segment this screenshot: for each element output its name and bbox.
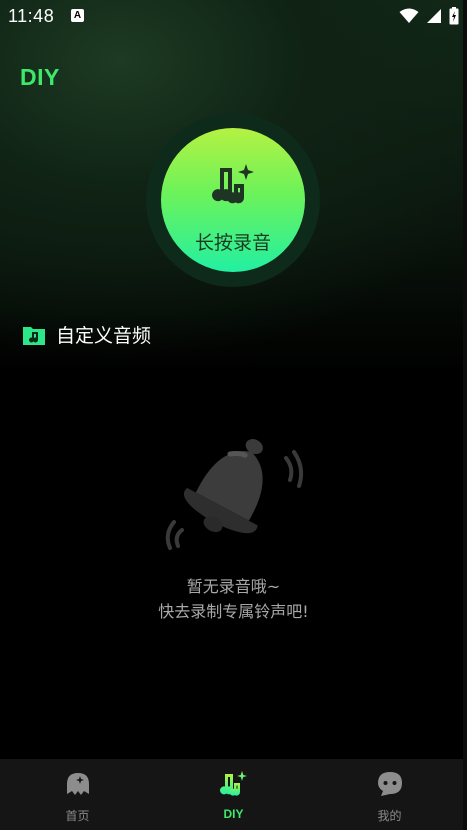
record-button-halo: 长按录音 [146,113,320,287]
tab-home[interactable]: 首页 [0,759,155,830]
bell-icon [165,439,304,550]
tab-mine[interactable]: 我的 [312,759,467,830]
section-title: 自定义音频 [56,325,152,347]
empty-message-line1: 暂无录音哦~ [186,577,281,596]
signal-icon [427,9,441,23]
page-title: DIY [20,64,60,90]
status-icons [399,7,459,25]
music-sparkle-icon [212,164,254,204]
screen-edge [463,0,467,830]
record-button[interactable]: 长按录音 [161,128,305,272]
record-label: 长按录音 [194,232,271,254]
bottom-tab-bar: 首页 DIY 我的 [0,759,467,830]
tab-diy-label: DIY [223,807,244,821]
diy-screen: 11:48 A DIY 长按录音 自定义音频 暂无录音哦~ 快去录制专属铃声吧!… [0,0,467,830]
notification-a-icon: A [71,9,84,22]
wifi-icon [399,8,419,23]
empty-message-line2: 快去录制专属铃声吧! [158,602,309,621]
status-time: 11:48 [8,6,55,26]
custom-audio-header: 自定义音频 [22,321,151,348]
chat-bubble-icon [378,772,402,796]
tab-home-label: 首页 [65,809,90,823]
tab-diy[interactable]: DIY [156,759,311,830]
music-folder-icon [23,326,45,345]
status-bar: 11:48 A [0,0,467,34]
ghost-icon [67,773,89,795]
tab-mine-label: 我的 [377,809,402,823]
music-sparkle-icon [220,771,247,796]
battery-icon [449,7,459,25]
